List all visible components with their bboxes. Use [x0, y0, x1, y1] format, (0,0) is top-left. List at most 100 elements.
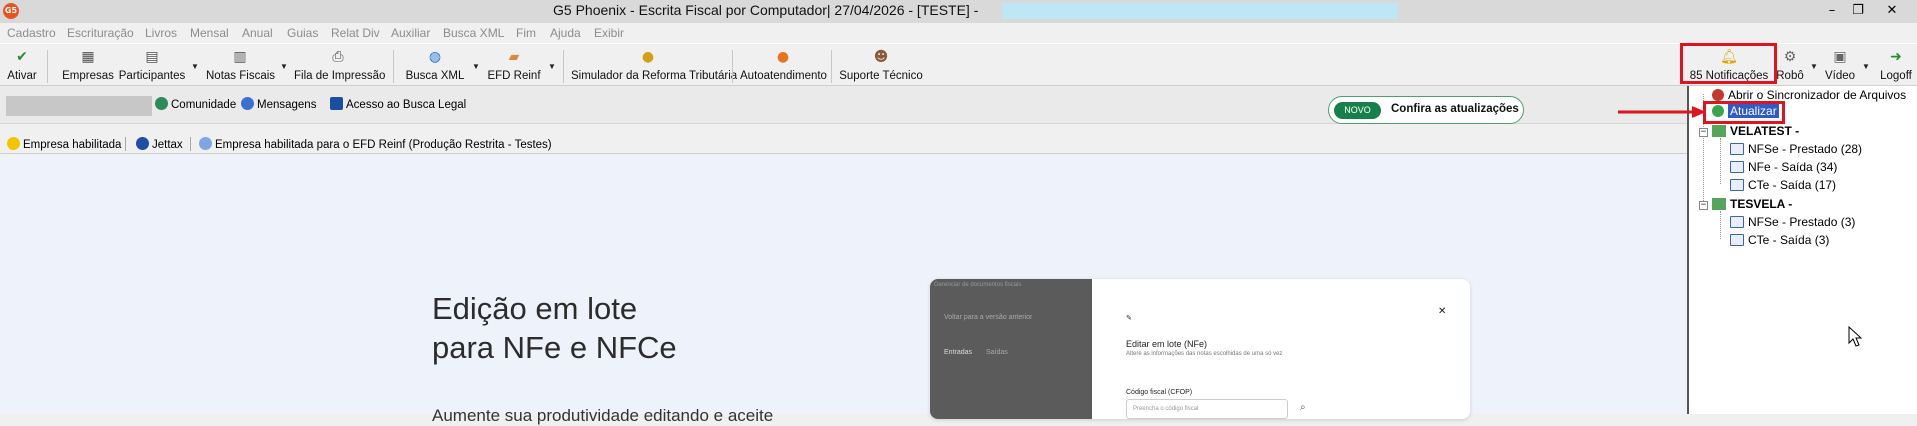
menu-ajuda[interactable]: Ajuda: [550, 26, 581, 40]
notificacoes-highlight: [1680, 43, 1777, 84]
smiley-icon: [7, 137, 20, 150]
velatest-nfse-prestado[interactable]: NFSe - Prestado (28): [1730, 142, 1862, 156]
participantes-button[interactable]: ▤ Participantes: [118, 48, 186, 86]
toolbar-divider: [47, 50, 48, 83]
status-divider: [125, 137, 126, 151]
menu-cadastro[interactable]: Cadastro: [7, 26, 56, 40]
printer-icon: ⎙: [332, 49, 344, 65]
building-icon: ▦: [81, 49, 95, 65]
company-tesvela[interactable]: TESVELA -: [1712, 197, 1792, 211]
menu-bar: Cadastro Escrituração Livros Mensal Anua…: [0, 23, 1917, 43]
mock-side-header: Gerenciar de documentos fiscais: [934, 282, 1022, 288]
promo-body: Aumente sua produtividade editando e ace…: [432, 406, 774, 425]
document-list-icon: [1730, 216, 1744, 228]
invoice-icon: ▥: [233, 49, 247, 65]
checkmark-icon: ✔: [16, 49, 28, 65]
tree-line: [1720, 211, 1721, 239]
participantes-dropdown-icon[interactable]: ▼: [191, 62, 199, 71]
company-field: [6, 96, 152, 116]
efd-reinf-button[interactable]: ▰ EFD Reinf: [486, 48, 542, 86]
company-icon: [1712, 198, 1726, 210]
app-logo-icon: G5: [3, 3, 19, 19]
toolbar-divider: [831, 50, 832, 83]
document-list-icon: [1730, 234, 1744, 246]
red-arrow-icon: [1618, 106, 1706, 118]
window-title: G5 Phoenix - Escrita Fiscal por Computad…: [553, 2, 979, 18]
robot-icon: ⚙: [1783, 49, 1797, 65]
menu-anual[interactable]: Anual: [242, 26, 273, 40]
title-redacted-area: [1002, 3, 1398, 19]
ativar-button[interactable]: ✔ Ativar: [6, 48, 38, 86]
restore-icon[interactable]: ❐: [1842, 0, 1874, 22]
jettax-icon: [136, 137, 149, 150]
menu-livros[interactable]: Livros: [145, 26, 177, 40]
suporte-tecnico-button[interactable]: ☻ Suporte Técnico: [839, 48, 923, 86]
notas-dropdown-icon[interactable]: ▼: [280, 62, 288, 71]
comunidade-icon: [155, 97, 168, 110]
menu-fim[interactable]: Fim: [516, 26, 536, 40]
busca-xml-dropdown-icon[interactable]: ▼: [472, 62, 480, 71]
company-velatest[interactable]: VELATEST -: [1712, 124, 1799, 138]
toolbar-divider: [732, 50, 733, 83]
video-button[interactable]: ▣ Vídeo: [1824, 48, 1856, 86]
collapse-velatest-icon[interactable]: −: [1699, 128, 1708, 137]
document-list-icon: [1730, 161, 1744, 173]
support-agent-icon: ☻: [873, 49, 889, 65]
robo-dropdown-icon[interactable]: ▼: [1810, 62, 1818, 71]
robo-button[interactable]: ⚙ Robô: [1776, 48, 1804, 86]
mock-edit-icon: ✎: [1126, 315, 1132, 322]
empresas-button[interactable]: ▦ Empresas: [62, 48, 114, 86]
tesvela-nfse-prestado[interactable]: NFSe - Prestado (3): [1730, 215, 1855, 229]
mock-subheading: Altere as informações das notas escolhid…: [1126, 351, 1283, 357]
company-icon: [1712, 125, 1726, 137]
notas-fiscais-button[interactable]: ▥ Notas Fiscais: [206, 48, 275, 86]
menu-escrituracao[interactable]: Escrituração: [67, 26, 134, 40]
close-icon[interactable]: ✕: [1876, 0, 1908, 22]
document-list-icon: [1730, 143, 1744, 155]
efd-reinf-dropdown-icon[interactable]: ▼: [548, 62, 556, 71]
document-list-icon: [1730, 179, 1744, 191]
globe-status-icon: [199, 137, 212, 150]
messages-icon: [241, 97, 254, 110]
title-bar: G5 G5 Phoenix - Escrita Fiscal por Compu…: [0, 0, 1917, 23]
busca-legal-link[interactable]: Acesso ao Busca Legal: [330, 97, 466, 111]
jettax-status[interactable]: Jettax: [136, 137, 183, 151]
mensagens-link[interactable]: Mensagens: [241, 97, 316, 111]
novo-badge: NOVO: [1334, 102, 1381, 119]
velatest-nfe-saida[interactable]: NFe - Saída (34): [1730, 160, 1837, 174]
busca-xml-button[interactable]: ◍ Busca XML: [404, 48, 466, 86]
menu-mensal[interactable]: Mensal: [190, 26, 229, 40]
tesvela-cte-saida[interactable]: CTe - Saída (3): [1730, 233, 1829, 247]
comunidade-link[interactable]: Comunidade: [155, 97, 236, 111]
toolbar-divider: [563, 50, 564, 83]
status-bar: Empresa habilitada Jettax Empresa habili…: [0, 134, 1687, 154]
main-content: Edição em lote para NFe e NFCe Aumente s…: [0, 155, 1687, 425]
video-dropdown-icon[interactable]: ▼: [1862, 62, 1870, 71]
atualizar-highlight: [1703, 101, 1785, 124]
velatest-cte-saida[interactable]: CTe - Saída (17): [1730, 178, 1836, 192]
menu-relat-div[interactable]: Relat Div: [331, 26, 380, 40]
mock-sidebar: Gerenciar de documentos fiscais Voltar p…: [930, 279, 1092, 419]
logoff-icon: ➜: [1890, 49, 1902, 65]
status-divider: [190, 137, 191, 151]
fila-impressao-button[interactable]: ⎙ Fila de Impressão: [294, 48, 385, 86]
menu-busca-xml[interactable]: Busca XML: [443, 26, 504, 40]
autoatendimento-button[interactable]: ● Autoatendimento: [740, 48, 827, 86]
novidades-banner[interactable]: NOVO Confira as atualizações: [1328, 96, 1524, 124]
mock-tab-saidas: Saídas: [986, 349, 1008, 356]
help-icon: ●: [776, 49, 790, 65]
menu-exibir[interactable]: Exibir: [594, 26, 624, 40]
mouse-cursor-icon: [1848, 326, 1862, 347]
main-toolbar: ✔ Ativar ▦ Empresas ▤ Participantes ▼ ▥ …: [0, 43, 1917, 86]
logoff-button[interactable]: ➜ Logoff: [1879, 48, 1913, 86]
confira-atualizacoes: Confira as atualizações: [1391, 103, 1519, 115]
menu-auxiliar[interactable]: Auxiliar: [391, 26, 430, 40]
collapse-tesvela-icon[interactable]: −: [1699, 201, 1708, 210]
mock-tab-entradas: Entradas: [944, 349, 973, 356]
sincronizador-item[interactable]: Abrir o Sincronizador de Arquivos: [1712, 88, 1906, 102]
mock-back-link: Voltar para a versão anterior: [944, 314, 1033, 321]
simulador-button[interactable]: ● Simulador da Reforma Tributária: [571, 48, 737, 86]
menu-guias[interactable]: Guias: [287, 26, 318, 40]
mock-cfop-input: Preencha o código fiscal: [1126, 399, 1288, 419]
promo-title: Edição em lote para NFe e NFCe: [432, 291, 677, 365]
